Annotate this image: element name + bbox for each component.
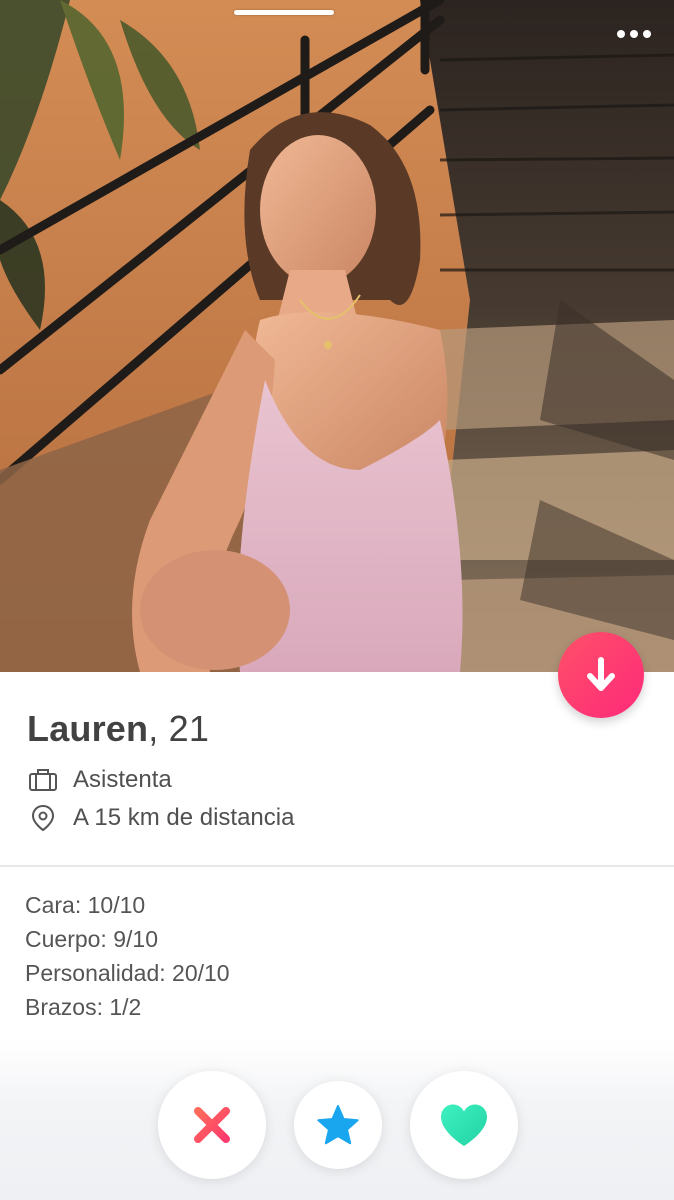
- profile-age: 21: [168, 708, 210, 749]
- bio-line: Brazos: 1/2: [25, 994, 142, 1020]
- photo-illustration: [0, 0, 674, 672]
- profile-photo[interactable]: [0, 0, 674, 672]
- section-divider: [0, 865, 674, 867]
- superlike-button[interactable]: [294, 1081, 382, 1169]
- briefcase-icon: [27, 764, 59, 796]
- profile-name-age: Lauren, 21: [27, 708, 209, 750]
- distance-row: A 15 km de distancia: [27, 802, 294, 834]
- more-dot: [643, 30, 651, 38]
- location-pin-icon: [27, 802, 59, 834]
- bio-line: Cuerpo: 9/10: [25, 926, 158, 952]
- nope-button[interactable]: [158, 1071, 266, 1179]
- heart-icon: [441, 1104, 487, 1146]
- bio-line: Personalidad: 20/10: [25, 960, 230, 986]
- more-options-button[interactable]: [612, 22, 656, 46]
- job-title: Asistenta: [73, 766, 172, 793]
- profile-name: Lauren: [27, 708, 149, 749]
- arrow-down-icon: [587, 657, 615, 691]
- job-row: Asistenta: [27, 764, 172, 796]
- distance-text: A 15 km de distancia: [73, 804, 295, 831]
- profile-screen: Lauren, 21 Asistenta A 15 km de distanci…: [0, 0, 674, 1200]
- x-icon: [194, 1107, 230, 1143]
- profile-bio: Cara: 10/10 Cuerpo: 9/10 Personalidad: 2…: [25, 888, 230, 1024]
- like-button[interactable]: [410, 1071, 518, 1179]
- star-icon: [317, 1105, 359, 1145]
- more-dots-icon: [617, 30, 625, 38]
- collapse-profile-button[interactable]: [558, 632, 644, 718]
- more-dot: [630, 30, 638, 38]
- bio-line: Cara: 10/10: [25, 892, 146, 918]
- age-separator: ,: [148, 708, 169, 749]
- photo-indicator-bar: [234, 10, 334, 15]
